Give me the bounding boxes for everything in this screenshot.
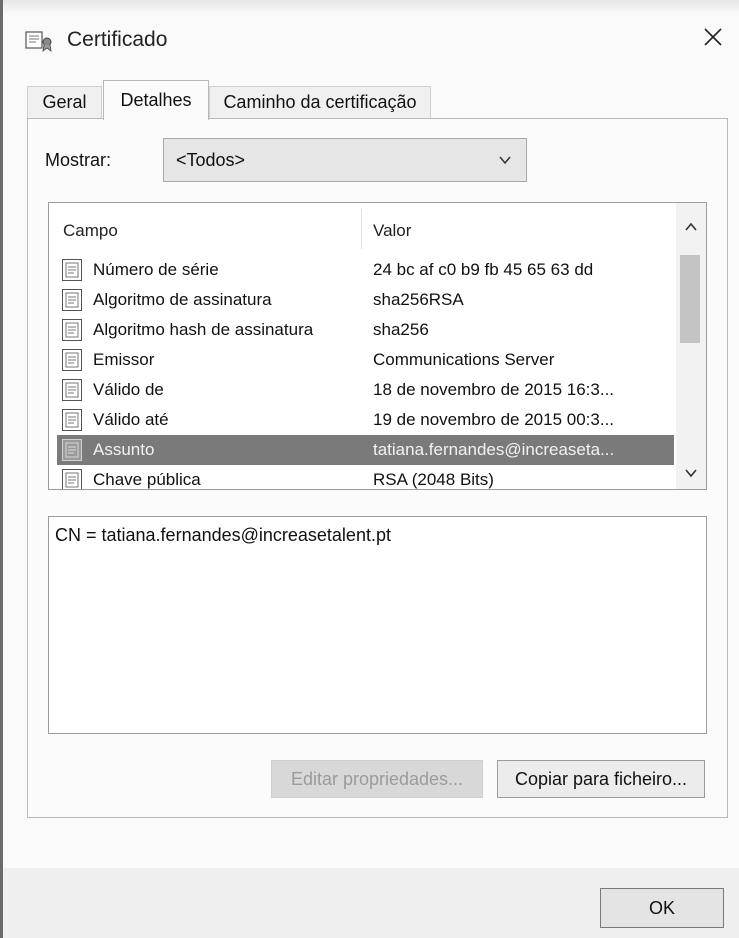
field-value: sha256RSA: [373, 290, 464, 309]
field-value: RSA (2048 Bits): [373, 470, 494, 489]
field-value: tatiana.fernandes@increaseta...: [373, 440, 615, 459]
scroll-down-button[interactable]: [676, 459, 706, 489]
chevron-down-icon: [685, 465, 697, 483]
field-icon: [61, 288, 83, 312]
field-icon: [61, 258, 83, 282]
field-icon: [61, 468, 83, 489]
show-label: Mostrar:: [45, 150, 112, 170]
tab-caminho-certificacao[interactable]: Caminho da certificação: [209, 86, 431, 118]
column-header-field[interactable]: Campo: [63, 221, 118, 241]
top-strip: [3, 0, 739, 12]
field-detail-textbox[interactable]: CN = tatiana.fernandes@increasetalent.pt: [48, 516, 707, 734]
close-icon: [703, 27, 723, 52]
list-scrollbar[interactable]: [676, 203, 706, 489]
field-icon: [61, 378, 83, 402]
list-item[interactable]: Válido até 19 de novembro de 2015 00:3..…: [57, 405, 674, 435]
field-icon: [61, 408, 83, 432]
list-item[interactable]: Válido de 18 de novembro de 2015 16:3...: [57, 375, 674, 405]
show-dropdown[interactable]: <Todos>: [163, 138, 527, 182]
scroll-thumb[interactable]: [680, 255, 700, 343]
scroll-up-button[interactable]: [676, 213, 706, 243]
list-item-selected[interactable]: Assunto tatiana.fernandes@increaseta...: [57, 435, 674, 465]
field-name: Válido de: [93, 380, 164, 399]
field-value: sha256: [373, 320, 429, 339]
list-item[interactable]: Emissor Communications Server: [57, 345, 674, 375]
field-icon: [61, 348, 83, 372]
field-name: Assunto: [93, 440, 155, 459]
field-name: Número de série: [93, 260, 219, 279]
ok-button[interactable]: OK: [600, 888, 724, 928]
field-icon: [61, 438, 83, 462]
tab-strip: Geral Detalhes Caminho da certificação: [27, 80, 727, 120]
field-value: Communications Server: [373, 350, 555, 369]
column-divider[interactable]: [361, 209, 362, 249]
column-header-value[interactable]: Valor: [373, 221, 411, 241]
field-name: Algoritmo de assinatura: [93, 290, 272, 309]
window-title: Certificado: [67, 28, 168, 51]
certificate-dialog: Certificado Geral Detalhes Caminho da ce…: [0, 0, 739, 938]
copy-to-file-button[interactable]: Copiar para ficheiro...: [497, 760, 705, 798]
list-item[interactable]: Número de série 24 bc af c0 b9 fb 45 65 …: [57, 255, 674, 285]
field-value: 19 de novembro de 2015 00:3...: [373, 410, 615, 429]
title-bar: Certificado: [3, 12, 739, 64]
field-name: Emissor: [93, 350, 155, 369]
show-dropdown-value: <Todos>: [176, 150, 246, 170]
list-item[interactable]: Algoritmo hash de assinatura sha256: [57, 315, 674, 345]
list-item[interactable]: Chave pública RSA (2048 Bits): [57, 465, 674, 489]
edit-properties-button: Editar propriedades...: [271, 760, 483, 798]
close-button[interactable]: [693, 20, 733, 58]
field-name: Válido até: [93, 410, 169, 429]
field-value: 24 bc af c0 b9 fb 45 65 63 dd: [373, 260, 594, 279]
field-name: Algoritmo hash de assinatura: [93, 320, 314, 339]
list-header: Campo Valor: [49, 203, 676, 253]
field-icon: [61, 318, 83, 342]
tab-detalhes[interactable]: Detalhes: [103, 80, 209, 120]
certificate-icon: [25, 30, 55, 52]
chevron-up-icon: [685, 219, 697, 237]
fields-list[interactable]: Campo Valor Número de série 24 bc af c0 …: [48, 202, 707, 490]
list-item[interactable]: Algoritmo de assinatura sha256RSA: [57, 285, 674, 315]
field-name: Chave pública: [93, 470, 201, 489]
tab-geral[interactable]: Geral: [27, 86, 102, 118]
field-value: 18 de novembro de 2015 16:3...: [373, 380, 615, 399]
chevron-down-icon: [498, 153, 512, 167]
